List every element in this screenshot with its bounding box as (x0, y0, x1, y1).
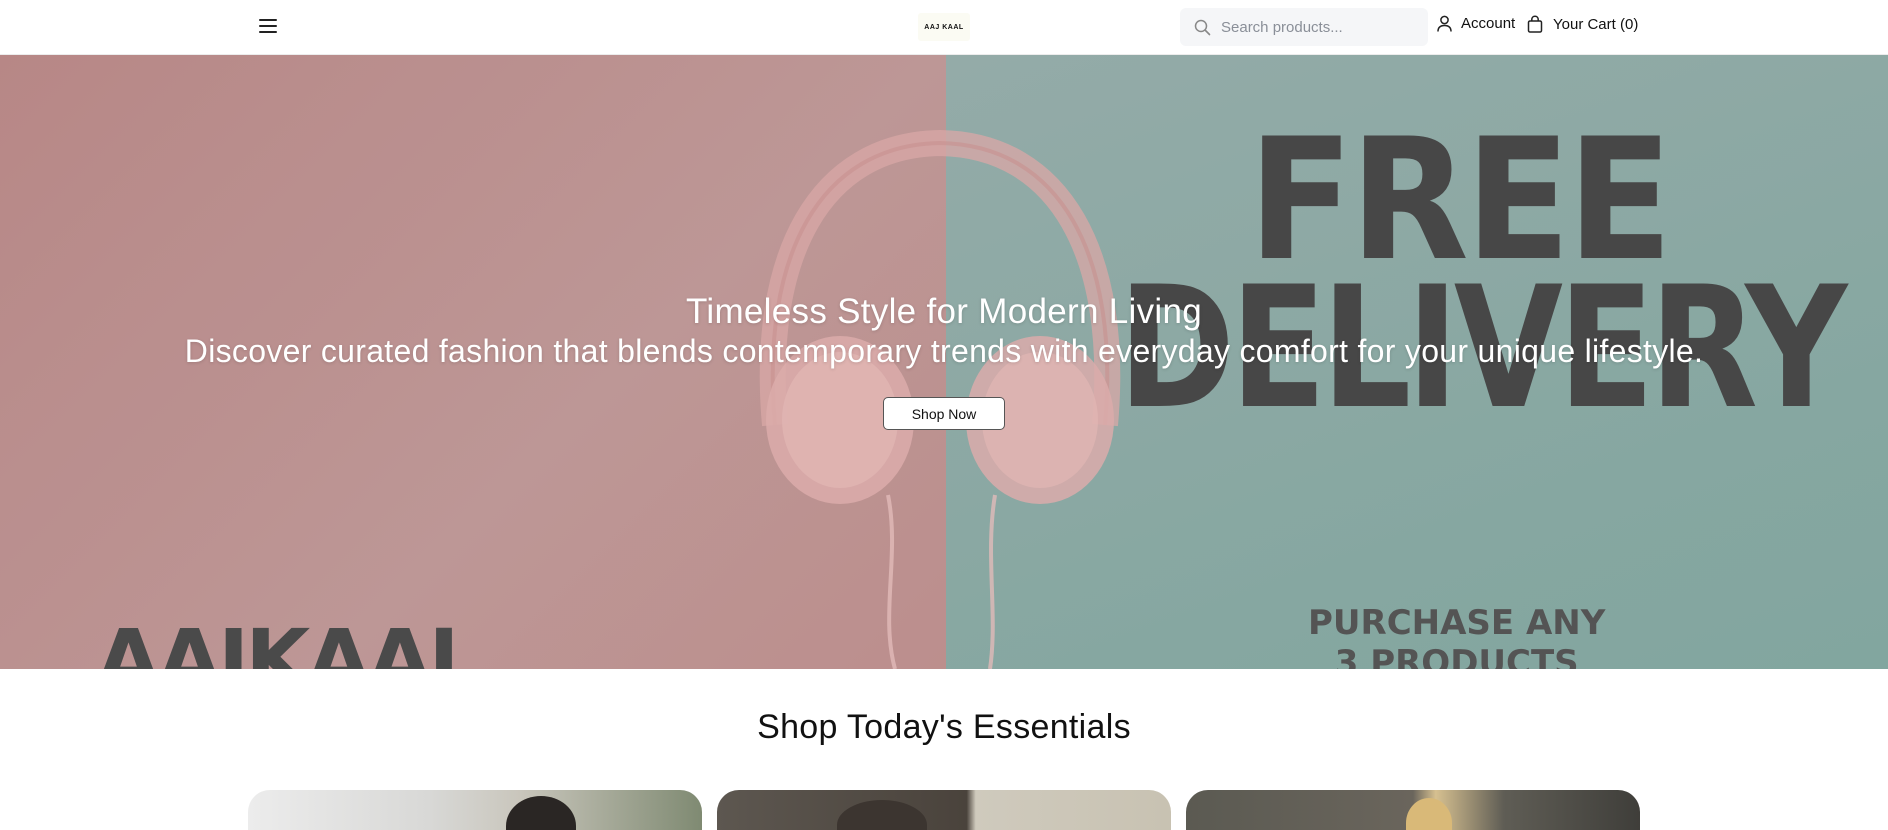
search-icon (1194, 19, 1211, 35)
hero-banner: FREE DELIVERY PURCHASE ANY 3 PRODUCTS AA… (0, 55, 1888, 669)
card-2-photo (837, 800, 927, 830)
search-input[interactable] (1221, 18, 1421, 36)
account-link[interactable]: Account (1437, 15, 1515, 32)
site-logo[interactable]: AAJ KAAL (918, 13, 970, 41)
search-bar (1180, 8, 1428, 46)
shopping-bag-icon (1527, 15, 1543, 33)
essential-card-3[interactable] (1186, 790, 1640, 830)
user-icon (1437, 15, 1452, 32)
hero-title: Timeless Style for Modern Living (686, 292, 1202, 331)
essential-card-2[interactable] (717, 790, 1171, 830)
cart-link[interactable]: Your Cart (0) (1527, 15, 1638, 33)
shop-now-button[interactable]: Shop Now (883, 397, 1005, 430)
section-title: Shop Today's Essentials (757, 708, 1131, 746)
hamburger-menu-icon[interactable] (256, 16, 280, 38)
card-3-photo (1406, 798, 1452, 830)
hero-subtitle: Discover curated fashion that blends con… (184, 333, 1704, 369)
essential-card-1[interactable] (248, 790, 702, 830)
site-header: AAJ KAAL Account Your Cart (0) (0, 0, 1888, 55)
card-1-photo (506, 796, 576, 830)
account-label: Account (1461, 15, 1516, 32)
cart-label: Your Cart (0) (1553, 15, 1639, 33)
